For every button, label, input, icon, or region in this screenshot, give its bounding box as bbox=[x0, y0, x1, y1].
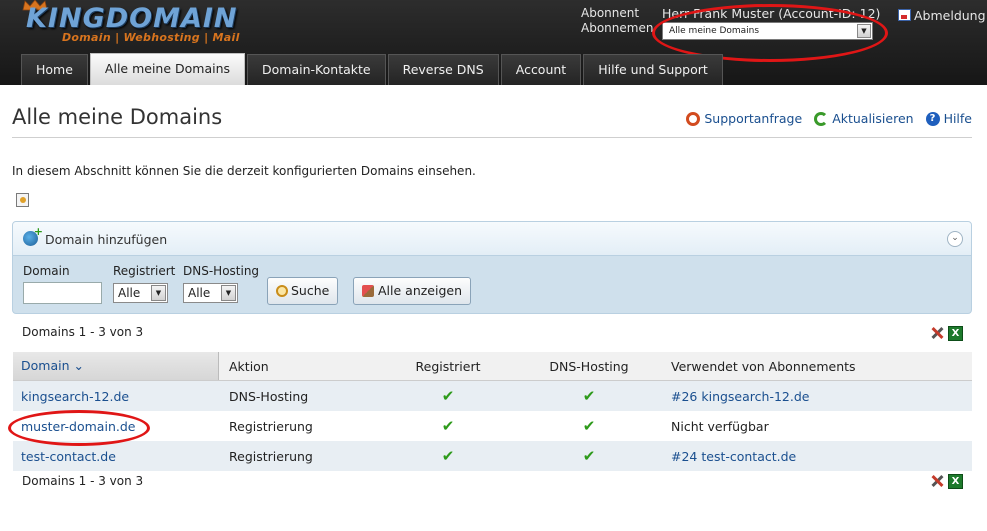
help-link[interactable]: ? Hilfe bbox=[925, 111, 972, 126]
used-by-cell: Nicht verfügbar bbox=[671, 418, 769, 434]
excel-export-icon[interactable]: X bbox=[948, 474, 963, 489]
action-cell: Registrierung bbox=[229, 448, 313, 464]
check-icon: ✔ bbox=[582, 387, 596, 405]
tab-domain-contacts[interactable]: Domain-Kontakte bbox=[247, 54, 386, 85]
support-request-label: Supportanfrage bbox=[704, 111, 803, 126]
column-header-registered: Registriert bbox=[415, 358, 481, 374]
filter-panel: Domain hinzufügen ⌄ Domain Registriert D… bbox=[12, 221, 972, 314]
domain-filter-label: Domain bbox=[23, 264, 70, 278]
show-all-button-label: Alle anzeigen bbox=[378, 283, 463, 298]
search-icon bbox=[276, 285, 288, 297]
title-divider bbox=[12, 137, 972, 138]
search-button-label: Suche bbox=[291, 283, 330, 298]
collapse-icon[interactable]: ⌄ bbox=[947, 231, 963, 247]
subscription-link[interactable]: #24 test-contact.de bbox=[671, 449, 796, 464]
refresh-label: Aktualisieren bbox=[832, 111, 914, 126]
check-icon: ✔ bbox=[441, 387, 455, 405]
table-row: kingsearch-12.de DNS-Hosting ✔ ✔ #26 kin… bbox=[13, 381, 972, 411]
column-header-action: Aktion bbox=[229, 358, 269, 374]
check-icon: ✔ bbox=[441, 417, 455, 435]
hosting-filter-select[interactable]: Alle ▼ bbox=[183, 283, 238, 303]
account-labels: Abonnent Abonnemen bbox=[581, 6, 653, 36]
logout-link[interactable]: Abmeldung bbox=[898, 8, 986, 23]
tab-help-support[interactable]: Hilfe und Support bbox=[583, 54, 723, 85]
registered-filter-select[interactable]: Alle ▼ bbox=[113, 283, 168, 303]
domain-link[interactable]: test-contact.de bbox=[21, 449, 116, 464]
subscriber-label: Abonnent bbox=[581, 6, 640, 20]
hosting-filter-value: Alle bbox=[188, 286, 211, 300]
table-tools-bottom: X bbox=[930, 474, 963, 489]
support-request-link[interactable]: Supportanfrage bbox=[686, 111, 802, 126]
subscription-link[interactable]: #26 kingsearch-12.de bbox=[671, 389, 809, 404]
intro-text: In diesem Abschnitt können Sie die derze… bbox=[12, 164, 476, 178]
table-header-row: Domain ⌄ Aktion Registriert DNS-Hosting … bbox=[13, 352, 972, 381]
page-actions: Supportanfrage Aktualisieren ? Hilfe bbox=[686, 111, 972, 126]
add-domain-header[interactable]: Domain hinzufügen ⌄ bbox=[13, 222, 971, 256]
domains-table: Domain ⌄ Aktion Registriert DNS-Hosting … bbox=[13, 352, 972, 471]
logout-label: Abmeldung bbox=[914, 8, 986, 23]
refresh-link[interactable]: Aktualisieren bbox=[814, 111, 914, 126]
main-nav: Home Alle meine Domains Domain-Kontakte … bbox=[21, 53, 725, 85]
chevron-down-icon[interactable]: ▼ bbox=[221, 285, 236, 301]
hosting-filter-label: DNS-Hosting bbox=[183, 264, 260, 278]
brand-tagline: Domain | Webhosting | Mail bbox=[62, 31, 240, 44]
clear-brush-icon bbox=[362, 285, 374, 297]
logout-icon bbox=[898, 9, 911, 21]
table-row: muster-domain.de Registrierung ✔ ✔ Nicht… bbox=[13, 411, 972, 441]
excel-export-icon[interactable]: X bbox=[948, 326, 963, 341]
tab-all-domains[interactable]: Alle meine Domains bbox=[89, 53, 246, 85]
column-header-hosting: DNS-Hosting bbox=[549, 358, 629, 374]
table-row: test-contact.de Registrierung ✔ ✔ #24 te… bbox=[13, 441, 972, 471]
brand-logo[interactable]: KINGDOMAIN Domain | Webhosting | Mail bbox=[22, 0, 239, 47]
action-cell: DNS-Hosting bbox=[229, 388, 309, 404]
column-header-used-by: Verwendet von Abonnements bbox=[671, 358, 856, 374]
show-all-button[interactable]: Alle anzeigen bbox=[353, 277, 472, 305]
subscriptions-label: Abonnemen bbox=[581, 21, 654, 35]
action-cell: Registrierung bbox=[229, 418, 313, 434]
column-header-domain[interactable]: Domain ⌄ bbox=[13, 352, 219, 380]
highlight-oval-domain bbox=[8, 410, 150, 446]
registered-filter-label: Registriert bbox=[113, 264, 176, 278]
search-button[interactable]: Suche bbox=[267, 277, 339, 305]
result-count-bottom: Domains 1 - 3 von 3 bbox=[22, 474, 144, 488]
globe-add-icon bbox=[23, 225, 43, 246]
add-domain-label: Domain hinzufügen bbox=[44, 232, 168, 247]
settings-tools-icon[interactable] bbox=[930, 326, 944, 340]
chevron-down-icon[interactable]: ▼ bbox=[151, 285, 166, 301]
domain-link[interactable]: kingsearch-12.de bbox=[21, 389, 129, 404]
refresh-icon bbox=[814, 111, 829, 126]
tab-home[interactable]: Home bbox=[21, 54, 88, 85]
check-icon: ✔ bbox=[582, 447, 596, 465]
page-title: Alle meine Domains bbox=[12, 105, 223, 129]
check-icon: ✔ bbox=[441, 447, 455, 465]
help-label: Hilfe bbox=[943, 111, 972, 126]
help-icon: ? bbox=[925, 111, 940, 126]
lifebuoy-icon bbox=[686, 111, 701, 126]
settings-tools-icon[interactable] bbox=[930, 474, 944, 488]
registered-filter-value: Alle bbox=[118, 286, 141, 300]
domain-filter-input[interactable] bbox=[23, 282, 102, 304]
tab-account[interactable]: Account bbox=[500, 54, 582, 85]
result-count-top: Domains 1 - 3 von 3 bbox=[22, 325, 144, 339]
check-icon: ✔ bbox=[582, 417, 596, 435]
table-tools-top: X bbox=[930, 326, 963, 341]
brand-name: KINGDOMAIN bbox=[26, 3, 238, 34]
tab-reverse-dns[interactable]: Reverse DNS bbox=[387, 54, 499, 85]
wizard-icon[interactable] bbox=[16, 193, 29, 207]
